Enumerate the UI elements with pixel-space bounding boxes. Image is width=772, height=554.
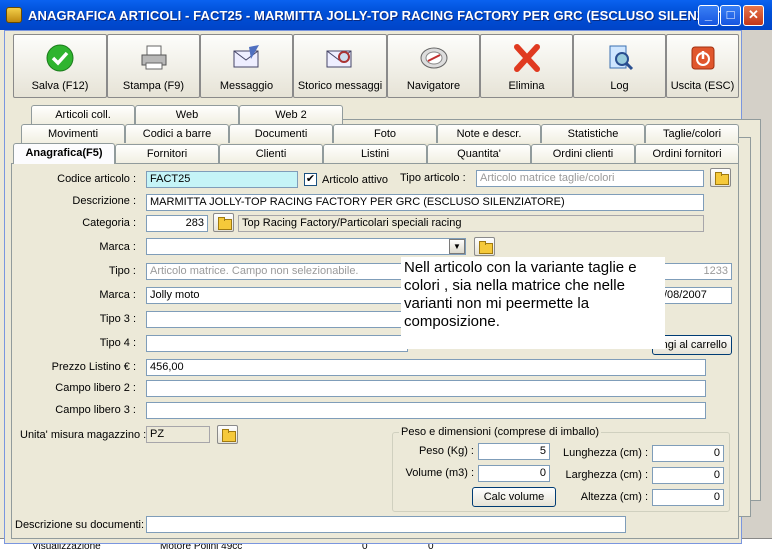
larghezza-label: Larghezza (cm) : bbox=[565, 469, 648, 481]
exit-button[interactable]: Uscita (ESC) bbox=[666, 34, 739, 98]
message-history-label: Storico messaggi bbox=[297, 80, 383, 92]
tipo-articolo-label: Tipo articolo : bbox=[400, 172, 466, 184]
envelope-search-icon bbox=[326, 50, 352, 68]
checkmark-icon bbox=[46, 44, 74, 72]
log-button[interactable]: Log bbox=[573, 34, 666, 98]
tab-movimenti[interactable]: Movimenti bbox=[21, 124, 125, 143]
tab-clienti[interactable]: Clienti bbox=[219, 144, 323, 163]
tab-listini[interactable]: Listini bbox=[323, 144, 427, 163]
compass-icon bbox=[420, 47, 447, 69]
larghezza-field[interactable]: 0 bbox=[652, 467, 724, 484]
tab-codici-a-barre[interactable]: Codici a barre bbox=[125, 124, 229, 143]
descrizione-field[interactable]: MARMITTA JOLLY-TOP RACING FACTORY PER GR… bbox=[146, 194, 704, 211]
libero2-field[interactable] bbox=[146, 380, 706, 397]
annotation-note: Nell articolo con la variante taglie e c… bbox=[401, 257, 665, 349]
delete-button[interactable]: Elimina bbox=[480, 34, 573, 98]
unita-field: PZ bbox=[146, 426, 210, 443]
save-label: Salva (F12) bbox=[31, 80, 89, 92]
unita-folder-icon[interactable] bbox=[217, 425, 238, 444]
libero2-label: Campo libero 2 : bbox=[55, 382, 136, 394]
libero3-field[interactable] bbox=[146, 402, 706, 419]
prezzo-label: Prezzo Listino € : bbox=[51, 361, 136, 373]
lunghezza-label: Lunghezza (cm) : bbox=[563, 447, 648, 459]
tipo4-field[interactable] bbox=[146, 335, 408, 352]
marca1-select[interactable] bbox=[146, 238, 466, 255]
categoria-code-field[interactable]: 283 bbox=[146, 215, 208, 232]
tab-foto[interactable]: Foto bbox=[333, 124, 437, 143]
log-label: Log bbox=[610, 80, 629, 92]
message-history-button[interactable]: Storico messaggi bbox=[293, 34, 387, 98]
calc-volume-button[interactable]: Calc volume bbox=[472, 487, 556, 507]
tipo-label: Tipo : bbox=[108, 265, 136, 277]
minimize-button[interactable]: _ bbox=[698, 5, 719, 26]
maximize-button[interactable]: □ bbox=[720, 5, 741, 26]
tab-note-e-descr[interactable]: Note e descr. bbox=[437, 124, 541, 143]
tab-anagrafica[interactable]: Anagrafica(F5) bbox=[13, 143, 115, 164]
tipo-field: Articolo matrice. Campo non selezionabil… bbox=[146, 263, 408, 280]
log-search-icon bbox=[609, 45, 633, 71]
unita-label: Unita' misura magazzino : bbox=[20, 429, 147, 441]
volume-label: Volume (m3) : bbox=[405, 467, 474, 479]
tab-documenti[interactable]: Documenti bbox=[229, 124, 333, 143]
altezza-label: Altezza (cm) : bbox=[580, 491, 648, 503]
power-icon bbox=[691, 46, 714, 70]
codice-field[interactable]: FACT25 bbox=[146, 171, 298, 188]
altezza-field[interactable]: 0 bbox=[652, 489, 724, 506]
tipo-number-field: 1233 bbox=[660, 263, 732, 280]
prezzo-field[interactable]: 456,00 bbox=[146, 359, 706, 376]
chevron-down-icon[interactable]: ▼ bbox=[449, 239, 465, 254]
peso-field[interactable]: 5 bbox=[478, 443, 550, 460]
categoria-desc-field: Top Racing Factory/Particolari speciali … bbox=[238, 215, 704, 232]
window-title: ANAGRAFICA ARTICOLI - FACT25 - MARMITTA … bbox=[28, 8, 735, 23]
close-button[interactable]: ✕ bbox=[743, 5, 764, 26]
peso-label: Peso (Kg) : bbox=[418, 445, 474, 457]
tipo3-field[interactable] bbox=[146, 311, 408, 328]
envelope-pen-icon bbox=[233, 45, 259, 68]
tab-ordini-fornitori[interactable]: Ordini fornitori bbox=[635, 144, 739, 163]
descrizione-label: Descrizione : bbox=[72, 195, 136, 207]
message-label: Messaggio bbox=[219, 80, 274, 92]
save-button[interactable]: Salva (F12) bbox=[13, 34, 107, 98]
desc-doc-field[interactable] bbox=[146, 516, 626, 533]
tab-web-2[interactable]: Web 2 bbox=[239, 105, 343, 124]
tab-fornitori[interactable]: Fornitori bbox=[115, 144, 219, 163]
navigator-button[interactable]: Navigatore bbox=[387, 34, 480, 98]
tipo4-label: Tipo 4 : bbox=[99, 337, 136, 349]
categoria-label: Categoria : bbox=[82, 217, 136, 229]
tipo-articolo-folder-icon[interactable] bbox=[710, 168, 731, 187]
title-bar[interactable]: ANAGRAFICA ARTICOLI - FACT25 - MARMITTA … bbox=[0, 0, 772, 30]
tipo3-label: Tipo 3 : bbox=[99, 313, 136, 325]
volume-field[interactable]: 0 bbox=[478, 465, 550, 482]
tab-statistiche[interactable]: Statistiche bbox=[541, 124, 645, 143]
categoria-folder-icon[interactable] bbox=[213, 213, 234, 232]
date-field[interactable]: /08/2007 bbox=[660, 287, 732, 304]
navigator-label: Navigatore bbox=[406, 80, 461, 92]
marca1-label: Marca : bbox=[99, 241, 136, 253]
libero3-label: Campo libero 3 : bbox=[55, 404, 136, 416]
delete-x-icon bbox=[513, 44, 540, 72]
exit-label: Uscita (ESC) bbox=[670, 80, 735, 92]
codice-label: Codice articolo : bbox=[57, 173, 136, 185]
tab-ordini-clienti[interactable]: Ordini clienti bbox=[531, 144, 635, 163]
tab-web[interactable]: Web bbox=[135, 105, 239, 124]
desc-doc-label: Descrizione su documenti: bbox=[15, 519, 145, 531]
tab-taglie-colori[interactable]: Taglie/colori bbox=[645, 124, 739, 143]
print-label: Stampa (F9) bbox=[122, 80, 185, 92]
marca2-label: Marca : bbox=[99, 289, 136, 301]
message-button[interactable]: Messaggio bbox=[200, 34, 293, 98]
marca2-field[interactable]: Jolly moto bbox=[146, 287, 408, 304]
tab-articoli-coll[interactable]: Articoli coll. bbox=[31, 105, 135, 124]
print-button[interactable]: Stampa (F9) bbox=[107, 34, 200, 98]
app-icon bbox=[6, 7, 22, 23]
tipo-articolo-field[interactable]: Articolo matrice taglie/colori bbox=[476, 170, 704, 187]
delete-label: Elimina bbox=[508, 80, 545, 92]
attivo-label: Articolo attivo bbox=[322, 174, 389, 186]
lunghezza-field[interactable]: 0 bbox=[652, 445, 724, 462]
tab-quantita[interactable]: Quantita' bbox=[427, 144, 531, 163]
printer-icon bbox=[141, 45, 166, 70]
attivo-checkbox[interactable]: ✔ bbox=[304, 173, 317, 186]
marca1-folder-icon[interactable] bbox=[474, 237, 495, 256]
peso-dimensioni-title: Peso e dimensioni (comprese di imballo) bbox=[399, 426, 602, 438]
